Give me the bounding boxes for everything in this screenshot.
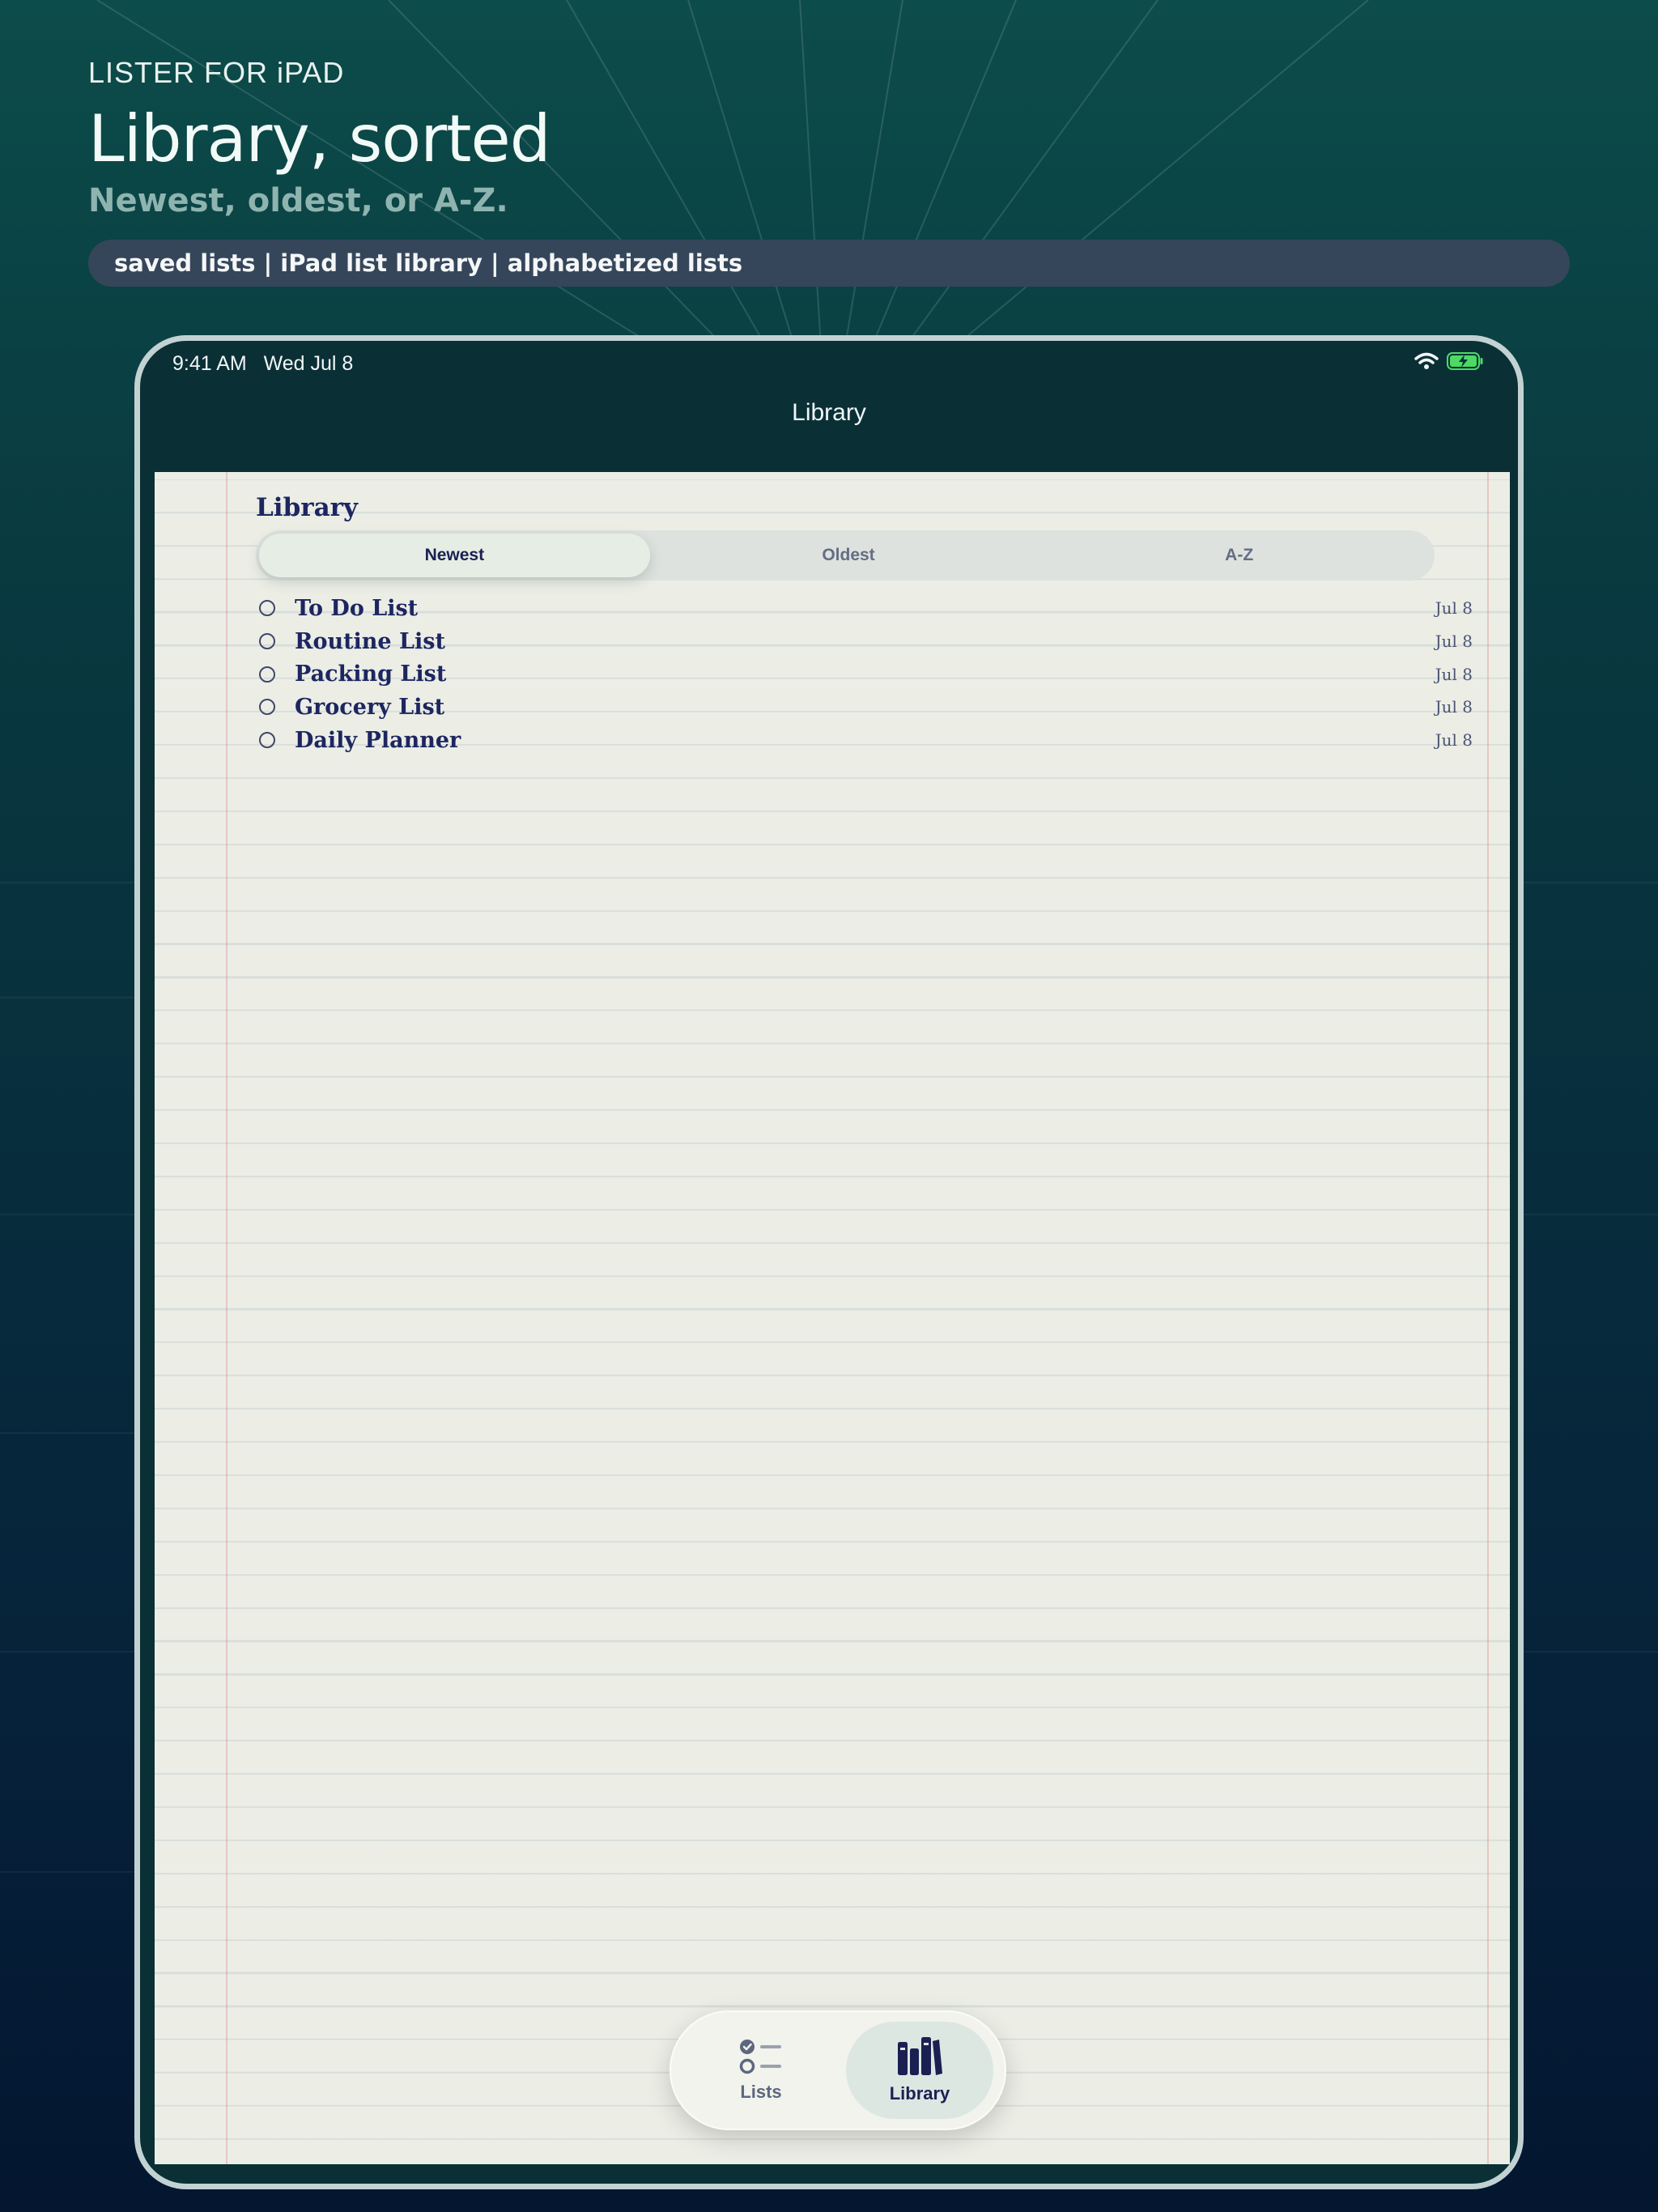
status-clock: 9:41 AM — [172, 352, 247, 375]
list-item[interactable]: Routine List Jul 8 — [256, 625, 1473, 658]
list-item-name: Packing List — [295, 661, 447, 687]
status-icons — [1414, 352, 1484, 370]
library-list: To Do List Jul 8 Routine List Jul 8 Pack… — [256, 592, 1473, 756]
circle-icon[interactable] — [259, 600, 275, 617]
sort-segmented-control: Newest Oldest A-Z — [256, 530, 1435, 581]
sort-newest-segment[interactable]: Newest — [259, 534, 650, 577]
list-item-date: Jul 8 — [1435, 598, 1473, 619]
keywords-banner: saved lists | iPad list library | alphab… — [88, 240, 1570, 287]
list-item-name: Grocery List — [295, 694, 445, 720]
circle-icon[interactable] — [259, 732, 275, 749]
library-heading: Library — [256, 493, 359, 522]
list-item[interactable]: Daily Planner Jul 8 — [256, 724, 1473, 757]
tab-library[interactable]: Library — [846, 2022, 993, 2119]
wifi-icon — [1414, 352, 1439, 369]
list-item-date: Jul 8 — [1435, 730, 1473, 751]
list-item[interactable]: Packing List Jul 8 — [256, 657, 1473, 691]
tab-lists[interactable]: Lists — [692, 2022, 830, 2119]
circle-icon[interactable] — [259, 633, 275, 650]
tab-bar: Lists Library — [670, 2010, 1006, 2130]
status-date: Wed Jul 8 — [263, 352, 354, 375]
checklist-icon — [739, 2040, 781, 2074]
paper-margin-left — [226, 472, 227, 2164]
battery-charging-icon — [1447, 352, 1483, 370]
list-item-date: Jul 8 — [1435, 697, 1473, 717]
library-page: Library Newest Oldest A-Z To Do List Jul… — [155, 472, 1510, 2164]
status-bar: 9:41 AM Wed Jul 8 — [140, 341, 1518, 386]
circle-icon[interactable] — [259, 699, 275, 716]
marketing-subtitle: Newest, oldest, or A-Z. — [88, 182, 508, 219]
circle-icon[interactable] — [259, 666, 275, 683]
marketing-title: Library, sorted — [88, 101, 551, 177]
tab-lists-label: Lists — [740, 2082, 782, 2102]
sort-oldest-segment[interactable]: Oldest — [653, 530, 1044, 581]
list-item-date: Jul 8 — [1435, 632, 1473, 652]
list-item-name: Daily Planner — [295, 727, 461, 753]
nav-title: Library — [792, 399, 866, 426]
books-icon — [898, 2037, 942, 2075]
tab-library-label: Library — [889, 2083, 950, 2104]
keywords-text: saved lists | iPad list library | alphab… — [114, 249, 743, 277]
paper-margin-right — [1487, 472, 1489, 2164]
list-item-name: Routine List — [295, 628, 445, 654]
list-item-date: Jul 8 — [1435, 664, 1473, 684]
list-item[interactable]: Grocery List Jul 8 — [256, 691, 1473, 724]
status-time: 9:41 AM Wed Jul 8 — [172, 352, 353, 376]
eyebrow-text: LISTER FOR iPAD — [88, 56, 345, 89]
list-item-name: To Do List — [295, 595, 419, 621]
sort-az-segment[interactable]: A-Z — [1044, 530, 1435, 581]
list-item[interactable]: To Do List Jul 8 — [256, 592, 1473, 625]
marketing-header: LISTER FOR iPAD Library, sorted Newest, … — [88, 55, 551, 222]
ipad-frame: 9:41 AM Wed Jul 8 Library Library Newest… — [134, 335, 1524, 2189]
